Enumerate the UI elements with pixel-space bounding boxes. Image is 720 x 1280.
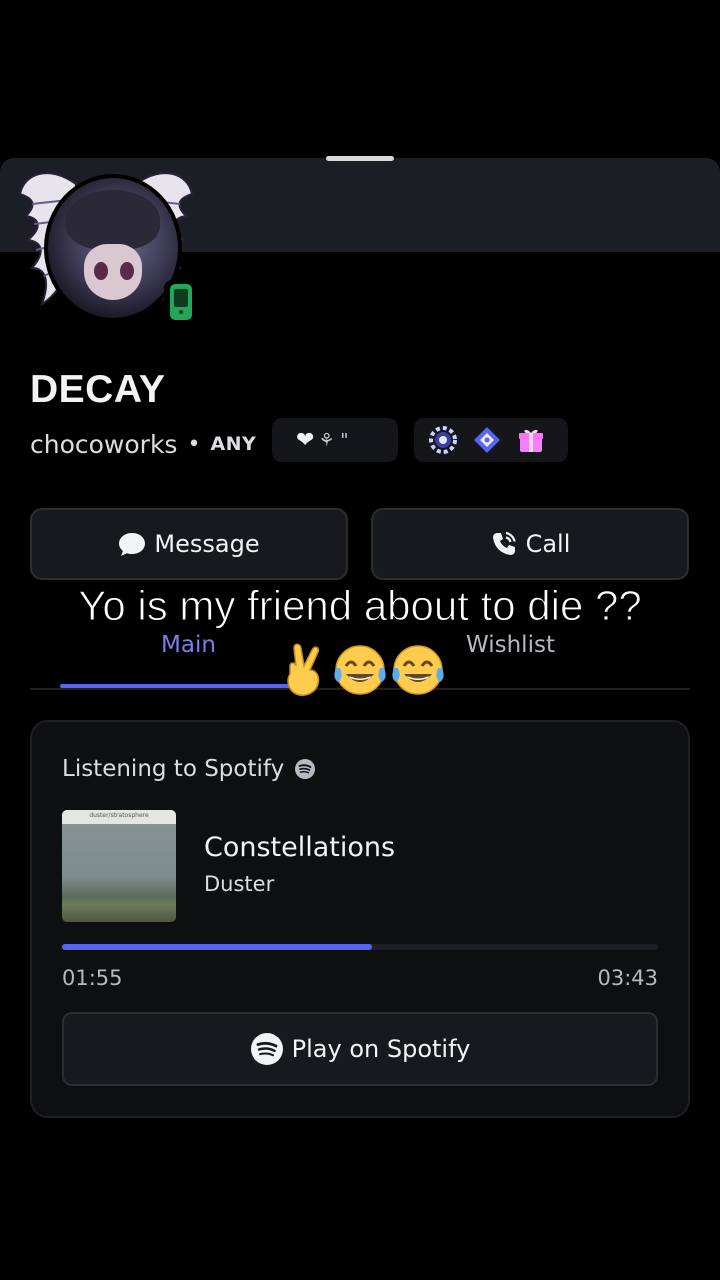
tab-main[interactable]: Main [161,632,216,658]
activity-header-label: Listening to Spotify [62,756,285,782]
spotify-icon [295,759,316,779]
play-on-spotify-label: Play on Spotify [291,1035,471,1063]
clan-tag[interactable]: ANY [210,433,256,455]
victory-hand-icon [287,643,320,696]
mobile-status-icon [164,280,198,324]
play-on-spotify-button[interactable]: Play on Spotify [62,1012,658,1086]
activity-header: Listening to Spotify [62,756,316,782]
tears-of-joy-icon-1 [334,645,386,695]
sheet-drag-handle[interactable] [326,156,394,161]
spotify-activity-card: Listening to Spotify duster/stratosphere… [30,720,690,1118]
display-name: DECAY [30,368,166,411]
badge-pill [414,418,568,462]
message-button[interactable]: Message [30,508,348,580]
profile-decoration-pill[interactable]: ❤ ⚘ " [272,418,398,462]
track-artist[interactable]: Duster [204,872,274,896]
album-art[interactable]: duster/stratosphere [62,810,176,922]
album-art-text: duster/stratosphere [89,812,149,819]
track-title[interactable]: Constellations [204,832,395,863]
quest-icon[interactable] [470,423,504,457]
progress-bar [62,944,658,950]
username-row: chocoworks • ANY [30,426,256,462]
username[interactable]: chocoworks [30,430,177,459]
tears-of-joy-icon-2 [392,645,444,695]
phone-call-icon [492,531,516,555]
decoration-text: ⚘ " [318,429,349,451]
separator: • [187,431,201,457]
call-button[interactable]: Call [371,508,689,580]
avatar[interactable] [18,160,198,340]
message-button-label: Message [154,530,260,558]
tab-wishlist[interactable]: Wishlist [466,632,555,658]
active-tab-indicator [60,684,314,688]
avatar-image [44,174,182,322]
call-button-label: Call [525,530,571,558]
elapsed-time: 01:55 [62,966,123,990]
chat-bubble-icon [119,533,146,556]
hypesquad-icon[interactable] [426,423,460,457]
overlay-emojis [287,643,444,696]
total-time: 03:43 [597,966,658,990]
heart-icon: ❤ [296,427,315,453]
nitro-gift-icon[interactable] [514,423,548,457]
spotify-icon [250,1033,283,1065]
overlay-caption: Yo is my friend about to die ?? [78,582,642,630]
progress-fill [62,944,372,950]
